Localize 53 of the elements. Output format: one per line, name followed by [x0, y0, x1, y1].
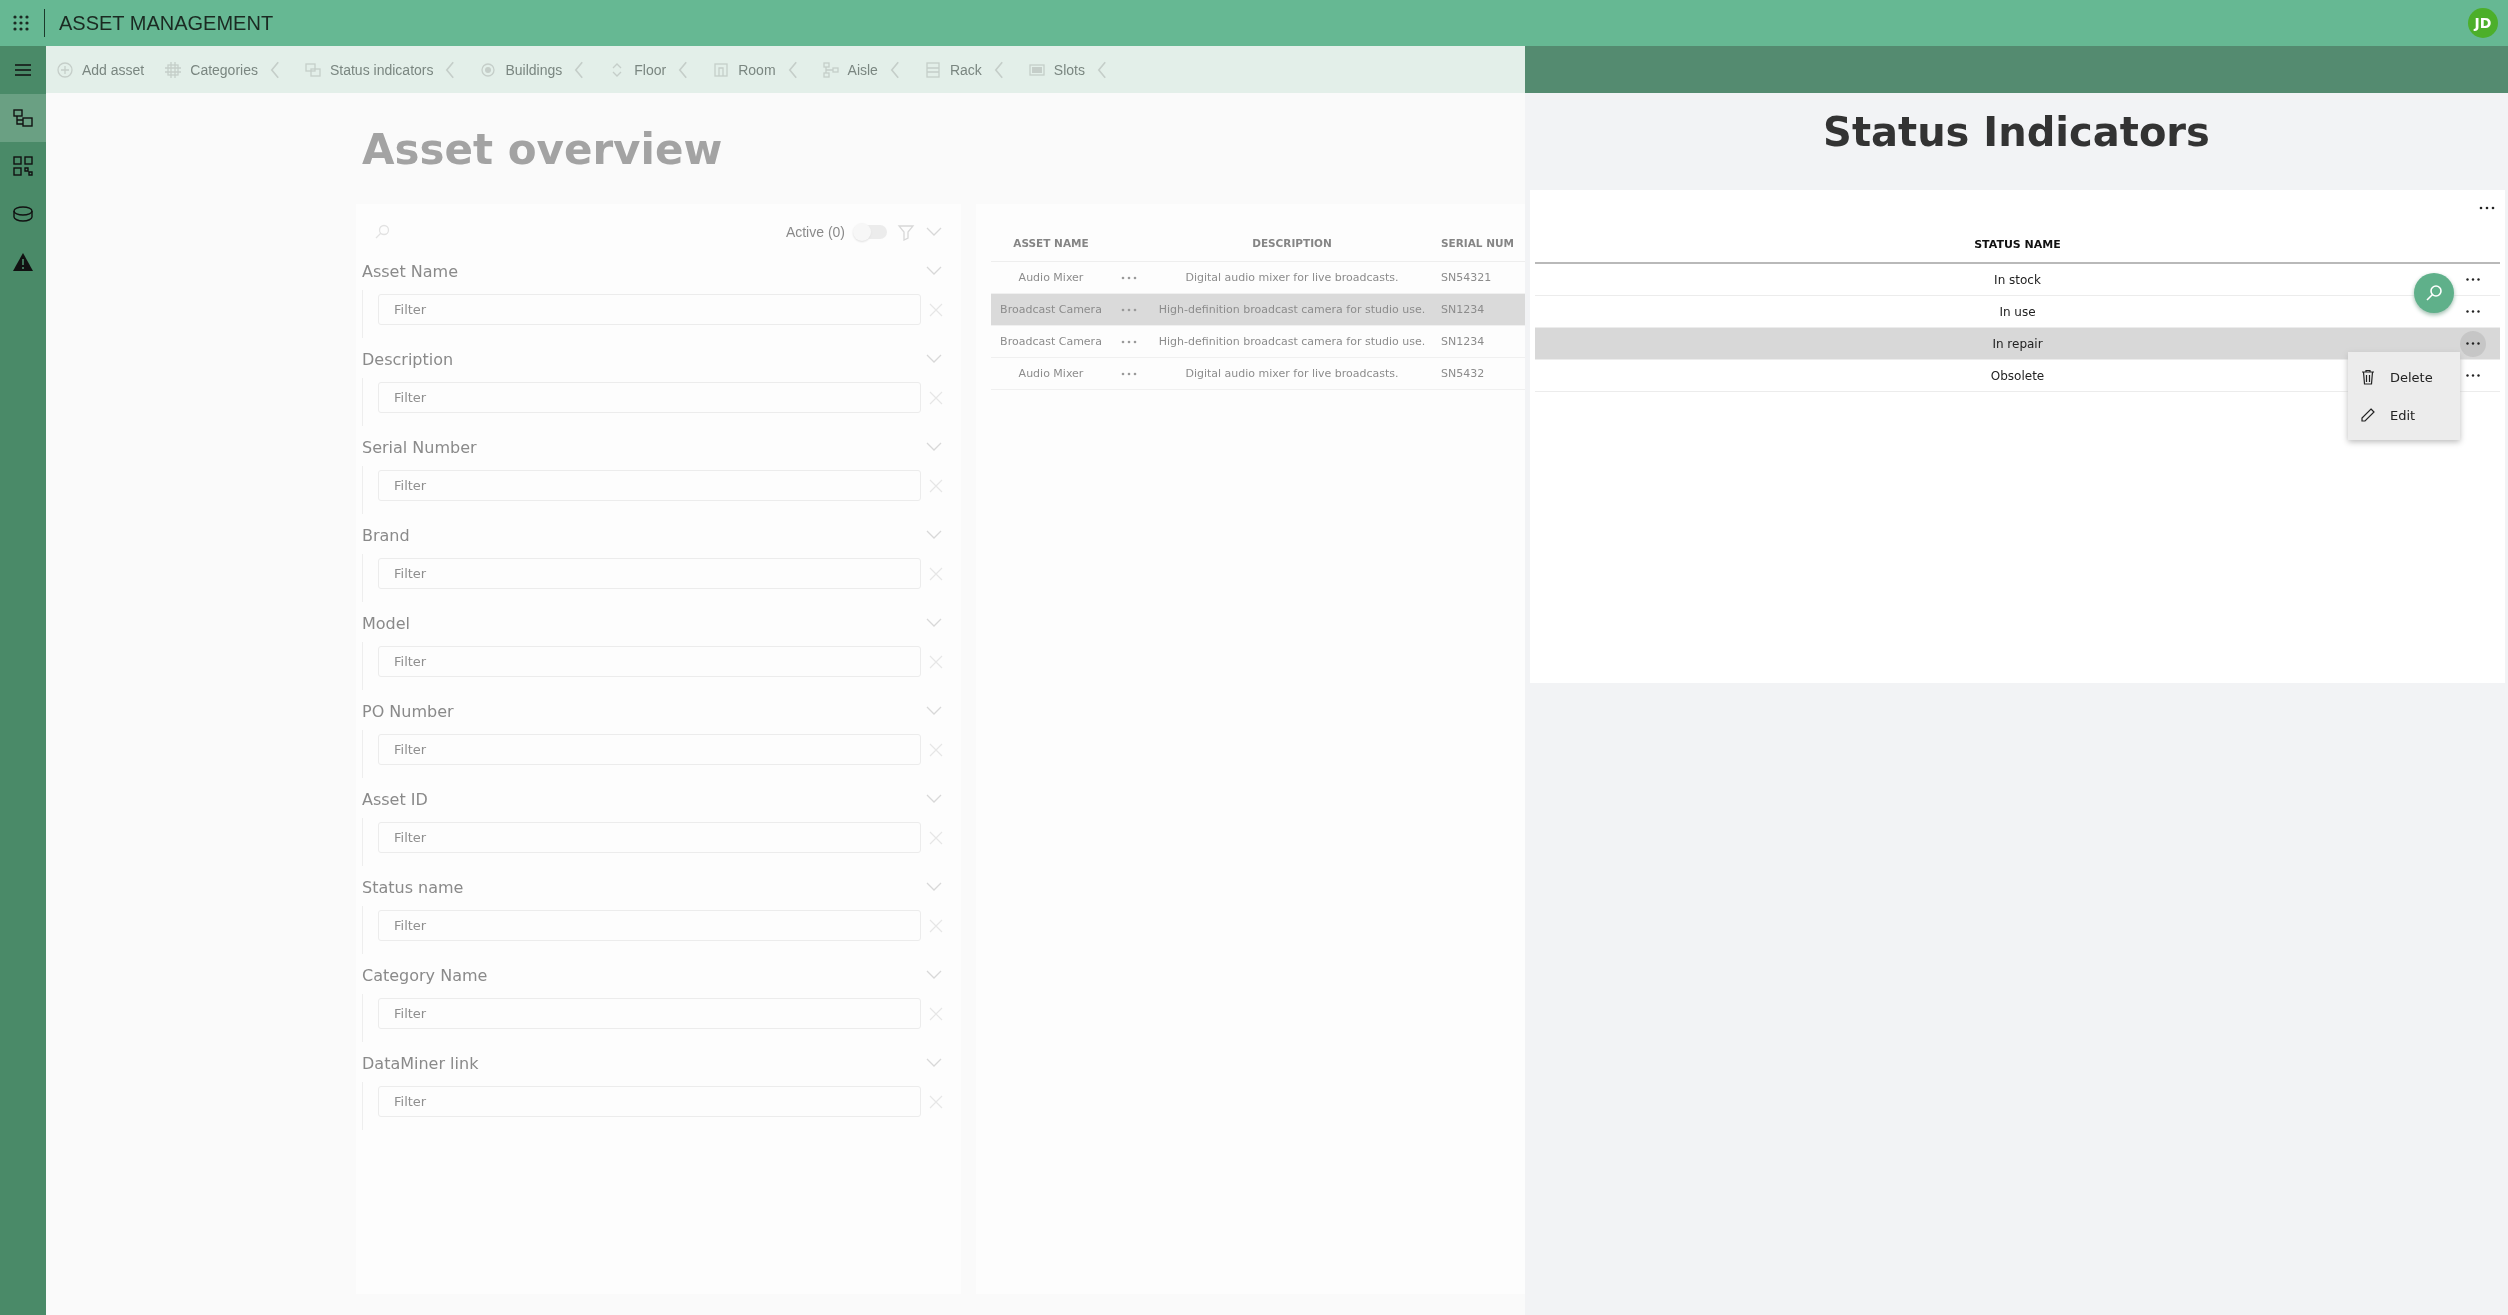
table-row[interactable]: Broadcast Camera High-definition broadcast camera for studio use. SN1234 — [991, 294, 1525, 326]
filter-input[interactable]: Filter — [378, 470, 921, 501]
filter-label: PO Number — [362, 701, 454, 721]
toolbar-button[interactable]: Status indicators — [303, 60, 460, 79]
column-header[interactable]: SERIAL NUM — [1437, 236, 1525, 249]
app-title: ASSET MANAGEMENT — [59, 11, 275, 35]
table-cell-text: Digital audio mixer for live broadcasts. — [1184, 367, 1400, 380]
table-cell-text: Broadcast Camera — [999, 303, 1103, 316]
status-row[interactable]: In repair — [1535, 328, 2500, 360]
user-avatar[interactable]: JD — [2468, 8, 2498, 38]
filter-label: Category Name — [362, 965, 488, 985]
filter-input[interactable]: Filter — [378, 294, 921, 325]
filter-input[interactable]: Filter — [378, 734, 921, 765]
filter-input[interactable]: Filter — [378, 382, 921, 413]
table-cell-text: SN5432 — [1440, 367, 1486, 380]
panel-title: Status Indicators — [1822, 108, 2211, 157]
filter-label: Model — [362, 613, 411, 633]
toolbar-button[interactable]: Room — [712, 60, 802, 79]
toolbar-button[interactable]: Slots — [1027, 60, 1111, 79]
table-cell-text: SN54321 — [1440, 271, 1493, 284]
toolbar-button[interactable]: Categories — [164, 60, 284, 79]
toolbar-button[interactable]: Aisle — [821, 60, 904, 79]
column-header[interactable]: STATUS NAME — [1535, 226, 2500, 264]
filter-label: Description — [362, 349, 454, 369]
toolbar-button[interactable]: Floor — [608, 60, 693, 79]
table-cell-text: High-definition broadcast camera for studio use. — [1157, 303, 1427, 316]
page-title: Asset overview — [362, 125, 724, 174]
table-cell-text: SN1234 — [1440, 303, 1486, 316]
menu-item[interactable]: Edit — [2348, 396, 2460, 434]
table-cell-text: Digital audio mixer for live broadcasts. — [1184, 271, 1400, 284]
filter-label: Serial Number — [362, 437, 477, 457]
filter-input[interactable]: Filter — [378, 646, 921, 677]
table-cell-text: High-definition broadcast camera for studio use. — [1157, 335, 1427, 348]
active-label: Active (0) — [785, 224, 845, 240]
filter-input[interactable]: Filter — [378, 558, 921, 589]
filter-input[interactable]: Filter — [378, 822, 921, 853]
toolbar-button[interactable]: Add asset — [56, 60, 145, 79]
column-header[interactable]: ASSET NAME — [991, 236, 1111, 249]
filter-label: Brand — [362, 525, 410, 545]
column-header[interactable]: DESCRIPTION — [1147, 236, 1437, 249]
toolbar-button[interactable]: Rack — [923, 60, 1008, 79]
table-cell-text: Audio Mixer — [1017, 271, 1085, 284]
table-cell-text: Broadcast Camera — [999, 335, 1103, 348]
table-cell-text: SN1234 — [1440, 335, 1486, 348]
filter-label: DataMiner link — [362, 1053, 479, 1073]
table-cell-text: Audio Mixer — [1017, 367, 1085, 380]
filter-label: Status name — [362, 877, 464, 897]
filter-input[interactable]: Filter — [378, 998, 921, 1029]
filter-input[interactable]: Filter — [378, 1086, 921, 1117]
filter-label: Asset Name — [362, 261, 459, 281]
filter-input[interactable]: Filter — [378, 910, 921, 941]
filter-label: Asset ID — [362, 789, 428, 809]
toolbar-button[interactable]: Buildings — [479, 60, 589, 79]
